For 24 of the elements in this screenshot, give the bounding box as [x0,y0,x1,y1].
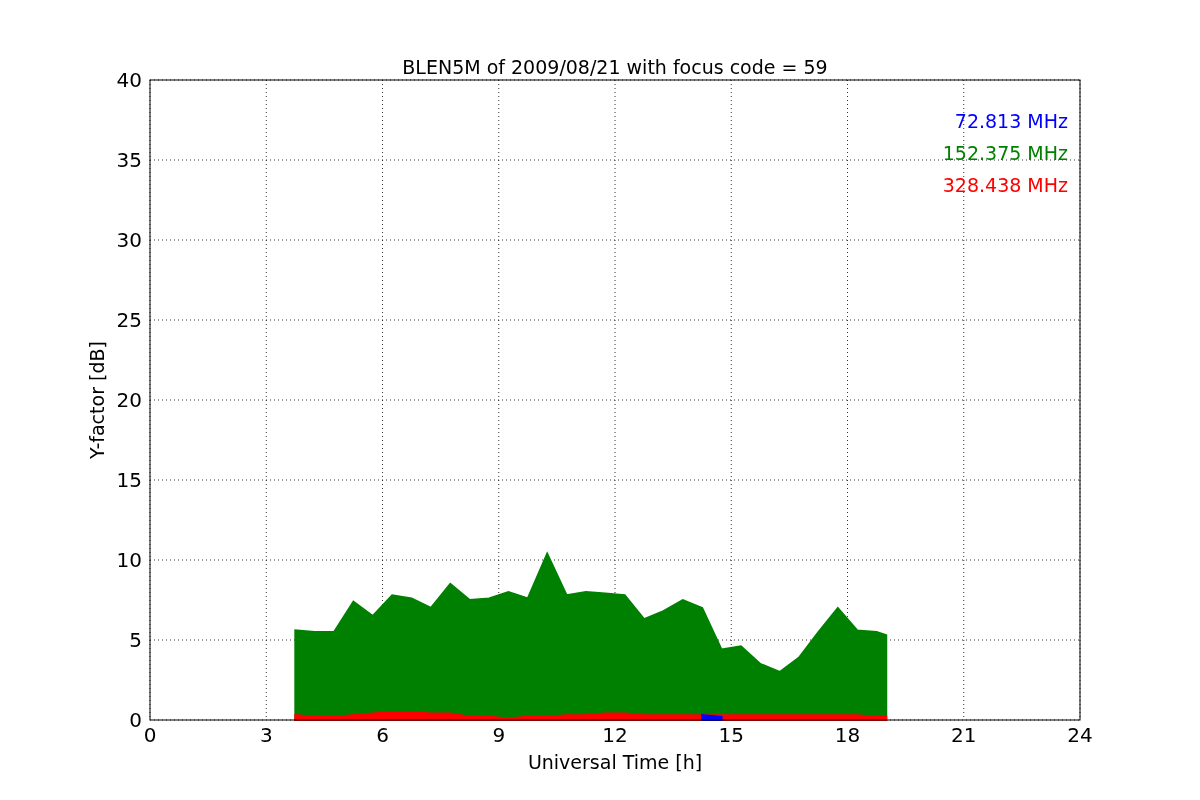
y-axis-label: Y-factor [dB] [86,341,108,459]
x-axis-label: Universal Time [h] [527,751,703,773]
y-tick-label: 0 [129,708,142,732]
x-tick-label: 3 [259,723,273,747]
x-tick-label: 21 [951,723,977,747]
x-tick-label: 24 [1067,723,1093,747]
chart-title: BLEN5M of 2009/08/21 with focus code = 59 [402,56,828,78]
y-tick-label: 20 [116,388,142,412]
y-tick-label: 40 [116,68,142,92]
x-tick-label: 6 [376,723,389,747]
x-tick-label: 9 [492,723,506,747]
x-tick-label: 12 [602,723,628,747]
x-tick-label: 0 [143,723,157,747]
x-tick-label: 18 [834,723,861,747]
legend-label: 328.438 MHz [942,174,1068,196]
y-tick-label: 10 [116,548,142,572]
y-tick-label: 25 [116,308,142,332]
legend-label: 72.813 MHz [954,110,1068,132]
y-tick-label: 5 [129,628,142,652]
legend-label: 152.375 MHz [942,142,1068,164]
y-tick-label: 15 [116,468,142,492]
x-tick-label: 15 [718,723,744,747]
y-tick-label: 30 [116,228,142,252]
y-tick-label: 35 [116,148,142,172]
